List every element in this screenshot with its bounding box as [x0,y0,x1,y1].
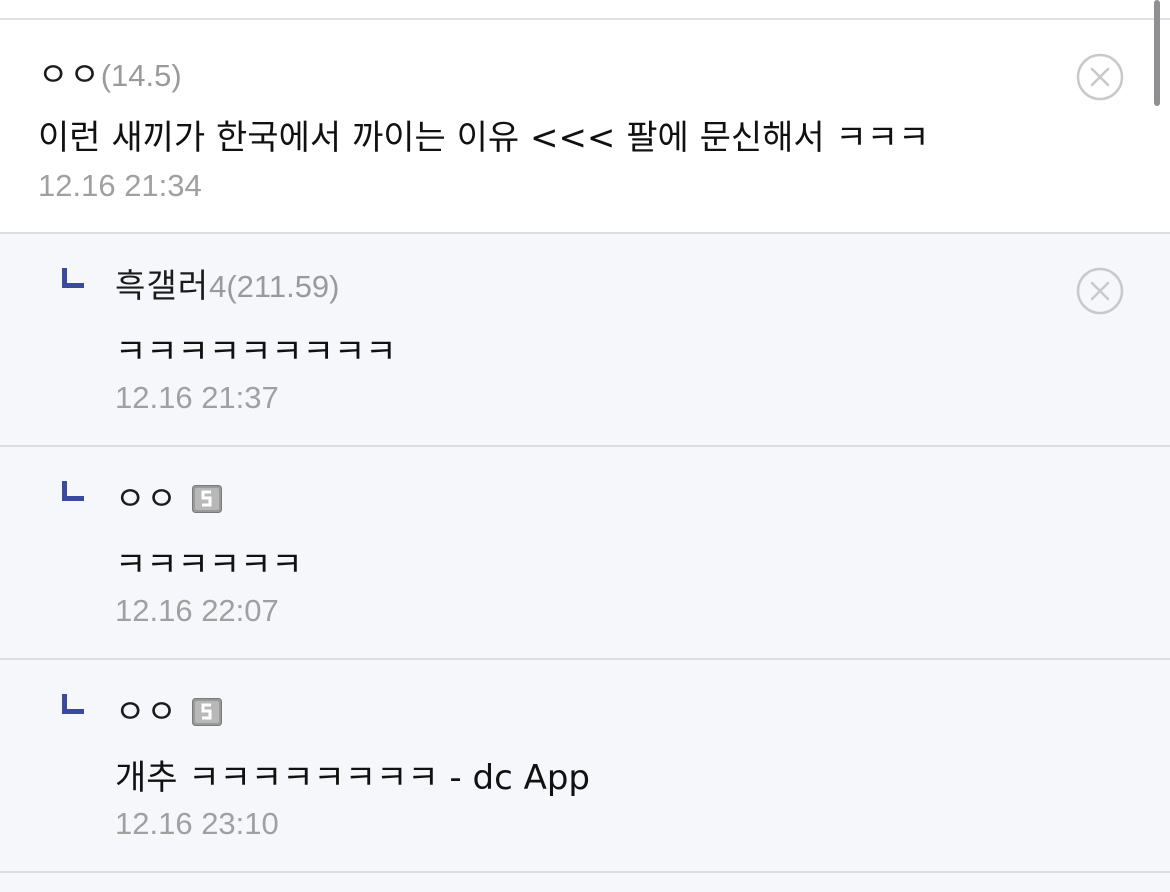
reply-text: 개추 ㅋㅋㅋㅋㅋㅋㅋㅋ - dc App [115,758,590,798]
reply-timestamp: 12.16 23:10 [115,806,279,841]
reply-author: ㅇㅇ [115,685,222,733]
reply-author: 흑갤러 4(211.59) [115,259,340,307]
scrollbar[interactable] [1154,0,1160,106]
nickname[interactable]: ㅇㅇ [38,48,101,96]
comment-timestamp: 12.16 21:34 [38,168,202,203]
reply-timestamp: 12.16 21:37 [115,380,279,415]
reply-item: ㅇㅇ ㅋㅋㅋㅋㅋㅋ 12.16 22:07 [0,447,1170,660]
nickname[interactable]: 흑갤러 [115,259,209,307]
reply-item: 흑갤러 4(211.59) ㅋㅋㅋㅋㅋㅋㅋㅋㅋ 12.16 21:37 [0,234,1170,447]
previous-comment-edge [0,0,1170,20]
nickname[interactable]: ㅇㅇ [115,472,178,520]
fixed-nick-badge-icon [191,698,222,726]
ip-address: 4(211.59) [209,269,340,304]
reply-corner-icon [62,268,84,288]
comment-text: 이런 새끼가 한국에서 까이는 이유 <<< 팔에 문신해서 ㅋㅋㅋ [38,118,930,158]
circle-x-icon[interactable] [1075,52,1125,102]
circle-x-icon[interactable] [1075,266,1125,316]
fixed-nick-badge-icon [191,485,222,513]
ip-address: (14.5) [100,58,182,93]
reply-text: ㅋㅋㅋㅋㅋㅋㅋㅋㅋ [115,332,397,372]
reply-timestamp: 12.16 22:07 [115,593,279,628]
comment-author: ㅇㅇ (14.5) [38,48,182,96]
reply-corner-icon [62,694,84,714]
reply-corner-icon [62,481,84,501]
reply-author: ㅇㅇ [115,472,222,520]
nickname[interactable]: ㅇㅇ [115,685,178,733]
reply-text: ㅋㅋㅋㅋㅋㅋ [115,545,303,585]
comment-item: ㅇㅇ (14.5) 이런 새끼가 한국에서 까이는 이유 <<< 팔에 문신해서… [0,20,1170,234]
reply-item: ㅇㅇ 개추 ㅋㅋㅋㅋㅋㅋㅋㅋ - dc App 12.16 23:10 [0,660,1170,873]
